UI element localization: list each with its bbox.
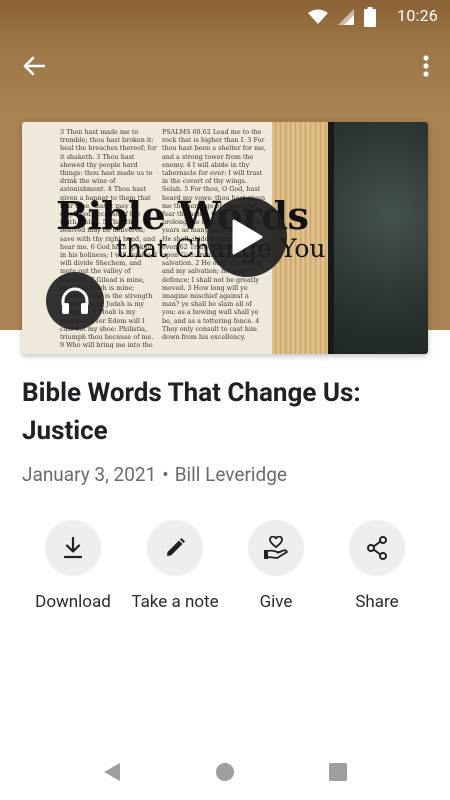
give-heart-hand-icon — [264, 536, 288, 559]
download-icon — [63, 537, 83, 559]
share-button-circle[interactable] — [349, 520, 405, 576]
nav-recents-button[interactable] — [326, 760, 350, 784]
cell-signal-icon — [338, 9, 354, 25]
screen: 10:26 3 Then hast made me to tremble; th… — [0, 0, 450, 800]
more-options-button[interactable] — [416, 50, 436, 82]
sermon-date: January 3, 2021 — [22, 463, 157, 486]
sermon-author[interactable]: Bill Leveridge — [175, 463, 287, 486]
sermon-meta: January 3, 2021 • Bill Leveridge — [22, 463, 287, 486]
nav-back-button[interactable] — [100, 760, 124, 784]
play-icon — [232, 219, 263, 255]
sermon-title: Bible Words That Change Us: Justice — [22, 378, 361, 446]
download-button-circle[interactable] — [45, 520, 101, 576]
app-bar — [0, 40, 450, 92]
give-button[interactable]: Give — [221, 520, 331, 612]
meta-separator: • — [162, 463, 169, 486]
pencil-icon — [167, 538, 185, 556]
more-vert-icon — [423, 55, 429, 77]
nav-home-button[interactable] — [213, 760, 237, 784]
arrow-back-icon — [23, 56, 45, 76]
status-icons — [308, 7, 376, 27]
take-note-button-circle[interactable] — [147, 520, 203, 576]
give-button-circle[interactable] — [248, 520, 304, 576]
book-cover — [334, 122, 428, 354]
status-bar: 10:26 — [0, 0, 450, 32]
share-icon — [367, 536, 387, 560]
listen-audio-button[interactable] — [46, 272, 104, 330]
play-video-button[interactable] — [207, 197, 287, 277]
share-label: Share — [355, 592, 399, 612]
action-row: Download Take a note Give Share — [0, 520, 450, 620]
nav-back-triangle-icon — [104, 763, 120, 781]
battery-icon — [364, 7, 376, 27]
give-label: Give — [259, 592, 293, 612]
share-button[interactable]: Share — [322, 520, 432, 612]
back-button[interactable] — [18, 52, 50, 80]
take-note-button[interactable]: Take a note — [120, 520, 230, 612]
system-nav-bar — [0, 744, 450, 800]
nav-home-circle-icon — [216, 763, 234, 781]
nav-recents-square-icon — [329, 763, 347, 781]
download-button[interactable]: Download — [18, 520, 128, 612]
take-note-label: Take a note — [131, 592, 219, 612]
wifi-icon — [308, 9, 328, 24]
download-label: Download — [35, 592, 111, 612]
headphones-icon — [61, 287, 89, 314]
status-time: 10:26 — [397, 6, 438, 25]
